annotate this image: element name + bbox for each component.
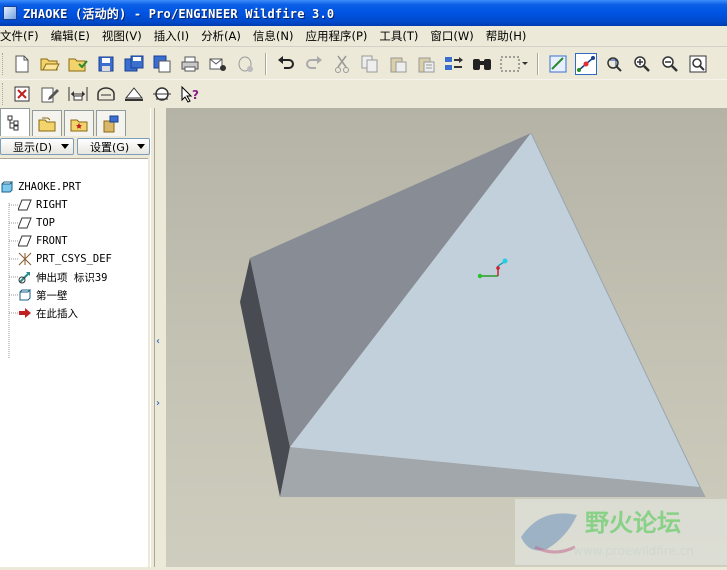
dimension-icon[interactable]	[67, 83, 89, 105]
tree-item-label: FRONT	[36, 235, 68, 247]
collapse-left-icon[interactable]: ‹	[156, 336, 160, 347]
favorites-tab[interactable]	[64, 110, 94, 136]
tree-item-label: PRT_CSYS_DEF	[36, 253, 112, 265]
model-tree: ZHAOKE.PRT RIGHT TOP FRONT PRT_CSYS_DEF	[0, 158, 148, 567]
open-session-icon[interactable]	[67, 53, 89, 75]
extrude-icon	[18, 270, 32, 284]
datum-plane-icon	[18, 198, 32, 212]
menu-edit[interactable]: 编辑(E)	[51, 28, 96, 44]
find-icon[interactable]	[471, 53, 493, 75]
toolbar-separator	[265, 52, 267, 75]
tree-item-top[interactable]: TOP	[18, 215, 55, 231]
redo-icon[interactable]	[303, 53, 325, 75]
copy-icon[interactable]	[359, 53, 381, 75]
toolbar-grip[interactable]	[2, 52, 5, 75]
context-help-icon[interactable]: ?	[179, 83, 201, 105]
tree-item-label: 伸出项 标识39	[36, 271, 108, 284]
settings-dropdown[interactable]: 设置(G)	[77, 138, 150, 155]
refit-icon[interactable]	[687, 53, 709, 75]
app-icon	[3, 6, 17, 20]
menu-applications[interactable]: 应用程序(P)	[305, 28, 373, 44]
watermark-url: www.proewildfire.cn	[573, 544, 694, 558]
tree-item-wall[interactable]: 第一壁	[18, 287, 68, 303]
part-icon	[0, 180, 14, 194]
menu-help[interactable]: 帮助(H)	[486, 28, 533, 44]
save-icon[interactable]	[95, 53, 117, 75]
datum-plane-icon[interactable]	[123, 83, 145, 105]
spin-center-icon[interactable]	[575, 52, 597, 75]
tree-item-label: RIGHT	[36, 199, 68, 211]
wall-icon	[18, 288, 32, 302]
chevron-down-icon	[137, 144, 145, 149]
insert-here-icon	[18, 306, 32, 320]
tree-item-label: ZHAOKE.PRT	[18, 181, 82, 193]
zoom-out-icon[interactable]	[659, 53, 681, 75]
tree-item-extrude[interactable]: 伸出项 标识39	[18, 269, 107, 285]
paste-icon[interactable]	[387, 53, 409, 75]
zoom-in-icon[interactable]	[631, 53, 653, 75]
email-link-icon[interactable]	[235, 53, 257, 75]
forum-watermark: 野火论坛 www.proewildfire.cn	[515, 497, 727, 567]
navigator-panel: 显示(D) 设置(G) ZHAOKE.PRT RIGHT TOP FRONT P…	[0, 108, 150, 567]
connections-tab[interactable]	[96, 110, 126, 136]
menu-info[interactable]: 信息(N)	[253, 28, 300, 44]
print-icon[interactable]	[179, 53, 201, 75]
menu-file[interactable]: 文件(F)	[0, 28, 45, 44]
panel-splitter[interactable]: ‹ ›	[150, 108, 166, 567]
regenerate-icon[interactable]	[443, 53, 465, 75]
open-icon[interactable]	[39, 53, 61, 75]
datum-plane-icon	[18, 234, 32, 248]
tree-item-label: 在此插入	[36, 307, 78, 320]
toolbar-grip[interactable]	[2, 83, 5, 105]
menu-insert[interactable]: 插入(I)	[154, 28, 195, 44]
cut-icon[interactable]	[331, 53, 353, 75]
sketch-icon[interactable]	[95, 83, 117, 105]
edit-icon[interactable]	[39, 83, 61, 105]
repaint-icon[interactable]	[547, 53, 569, 75]
email-icon[interactable]	[207, 53, 229, 75]
tree-item-csys[interactable]: PRT_CSYS_DEF	[18, 251, 112, 267]
backup-icon[interactable]	[151, 53, 173, 75]
undo-icon[interactable]	[275, 53, 297, 75]
select-box-icon[interactable]	[499, 53, 529, 75]
model-tree-tab[interactable]	[0, 108, 30, 136]
menu-tools[interactable]: 工具(T)	[379, 28, 424, 44]
tree-item-root[interactable]: ZHAOKE.PRT	[0, 179, 81, 195]
folder-browser-tab[interactable]	[32, 110, 62, 136]
main-toolbar	[0, 48, 727, 80]
tree-item-front[interactable]: FRONT	[18, 233, 68, 249]
chevron-down-icon	[61, 144, 69, 149]
menu-bar: 文件(F) 编辑(E) 视图(V) 插入(I) 分析(A) 信息(N) 应用程序…	[0, 26, 727, 47]
svg-text:?: ?	[192, 88, 199, 102]
tree-item-label: 第一壁	[36, 289, 68, 302]
navigator-controls: 显示(D) 设置(G)	[0, 138, 150, 156]
orient-icon[interactable]	[603, 53, 625, 75]
menu-window[interactable]: 窗口(W)	[430, 28, 479, 44]
measure-icon[interactable]	[151, 83, 173, 105]
new-icon[interactable]	[11, 53, 33, 75]
tree-item-right[interactable]: RIGHT	[18, 197, 68, 213]
show-dropdown[interactable]: 显示(D)	[0, 138, 74, 155]
datum-plane-icon	[18, 216, 32, 230]
close-window-icon[interactable]	[11, 83, 33, 105]
settings-dropdown-label: 设置(G)	[90, 140, 130, 154]
secondary-toolbar: ?	[0, 80, 727, 108]
window-title: ZHAOKE (活动的) - Pro/ENGINEER Wildfire 3.0	[23, 6, 335, 21]
tree-item-label: TOP	[36, 217, 55, 229]
toolbar-separator	[537, 52, 539, 75]
csys-icon	[18, 252, 32, 266]
expand-right-icon[interactable]: ›	[156, 398, 160, 409]
show-dropdown-label: 显示(D)	[13, 140, 53, 154]
navigator-tabs	[0, 108, 150, 136]
title-bar: ZHAOKE (活动的) - Pro/ENGINEER Wildfire 3.0	[0, 0, 727, 26]
menu-analysis[interactable]: 分析(A)	[201, 28, 247, 44]
paste-special-icon[interactable]	[415, 53, 437, 75]
watermark-title: 野火论坛	[585, 509, 681, 537]
watermark-logo: 野火论坛 www.proewildfire.cn	[515, 499, 727, 565]
menu-view[interactable]: 视图(V)	[102, 28, 148, 44]
tree-item-insert-here[interactable]: 在此插入	[18, 305, 78, 321]
save-copy-icon[interactable]	[123, 53, 145, 75]
